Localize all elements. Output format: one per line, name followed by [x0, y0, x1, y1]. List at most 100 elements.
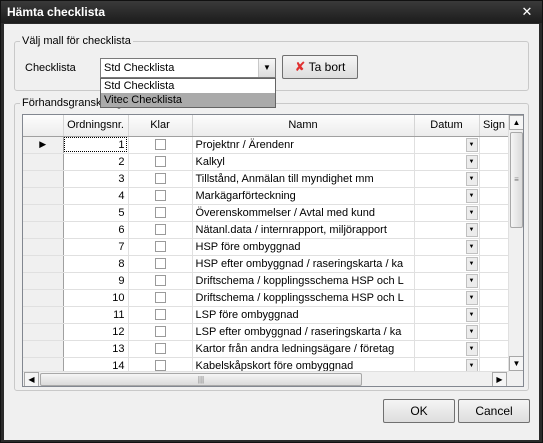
cell-nr[interactable]: 9	[63, 272, 129, 290]
cell-done[interactable]	[128, 340, 193, 358]
cell-name[interactable]: Projektnr / Ärendenr	[192, 136, 415, 154]
cell-nr[interactable]: 13	[63, 340, 129, 358]
cell-nr[interactable]: 7	[63, 238, 129, 256]
cell-name[interactable]: Markägarförteckning	[192, 187, 415, 205]
done-checkbox[interactable]	[154, 224, 166, 236]
table-row[interactable]: 12 LSP efter ombyggnad / raseringskarta /…	[23, 323, 510, 341]
horizontal-scrollbar[interactable]: ◀ ||| ▶	[23, 371, 509, 386]
date-dropdown-icon[interactable]: ▼	[465, 155, 478, 169]
row-header[interactable]: ▶	[23, 136, 64, 154]
date-dropdown-icon[interactable]: ▼	[465, 206, 478, 220]
done-checkbox[interactable]	[154, 173, 166, 185]
row-header[interactable]	[23, 238, 64, 256]
cell-nr[interactable]: 1	[63, 136, 129, 154]
cell-done[interactable]	[128, 221, 193, 239]
cell-date[interactable]: ▼	[414, 153, 480, 171]
cell-done[interactable]	[128, 306, 193, 324]
done-checkbox[interactable]	[154, 207, 166, 219]
cell-sign[interactable]	[479, 221, 510, 239]
cell-nr[interactable]: 12	[63, 323, 129, 341]
table-row[interactable]: 6 Nätanl.data / internrapport, miljörappo…	[23, 221, 510, 239]
cell-sign[interactable]	[479, 289, 510, 307]
cell-sign[interactable]	[479, 204, 510, 222]
cell-done[interactable]	[128, 153, 193, 171]
close-icon[interactable]: ✕	[518, 3, 536, 21]
cell-name[interactable]: LSP före ombyggnad	[192, 306, 415, 324]
cell-done[interactable]	[128, 170, 193, 188]
checklist-grid[interactable]: Ordningsnr. Klar Namn Datum Sign ▶ 1 Proje…	[22, 114, 524, 387]
cell-name[interactable]: HSP före ombyggnad	[192, 238, 415, 256]
cell-name[interactable]: Överenskommelser / Avtal med kund	[192, 204, 415, 222]
delete-button[interactable]: ✘ Ta bort	[282, 55, 358, 79]
cell-name[interactable]: HSP efter ombyggnad / raseringskarta / k…	[192, 255, 415, 273]
cell-done[interactable]	[128, 289, 193, 307]
done-checkbox[interactable]	[154, 275, 166, 287]
column-header-nr[interactable]: Ordningsnr.	[63, 115, 129, 137]
done-checkbox[interactable]	[154, 190, 166, 202]
row-header[interactable]	[23, 272, 64, 290]
done-checkbox[interactable]	[154, 139, 166, 151]
done-checkbox[interactable]	[154, 309, 166, 321]
chevron-down-icon[interactable]: ▼	[258, 59, 275, 77]
cancel-button[interactable]: Cancel	[458, 399, 530, 423]
date-dropdown-icon[interactable]: ▼	[465, 240, 478, 254]
cell-sign[interactable]	[479, 153, 510, 171]
cell-nr[interactable]: 6	[63, 221, 129, 239]
cell-name[interactable]: Driftschema / kopplingsschema HSP och L	[192, 289, 415, 307]
date-dropdown-icon[interactable]: ▼	[465, 342, 478, 356]
cell-date[interactable]: ▼	[414, 289, 480, 307]
checklist-combobox[interactable]: Std Checklista ▼	[100, 58, 276, 78]
cell-date[interactable]: ▼	[414, 323, 480, 341]
horizontal-scroll-thumb[interactable]: |||	[40, 373, 362, 386]
date-dropdown-icon[interactable]: ▼	[465, 172, 478, 186]
ok-button[interactable]: OK	[383, 399, 455, 423]
cell-sign[interactable]	[479, 187, 510, 205]
cell-nr[interactable]: 8	[63, 255, 129, 273]
dropdown-option[interactable]: Std Checklista	[101, 79, 275, 93]
column-header-date[interactable]: Datum	[414, 115, 480, 137]
table-row[interactable]: 10 Driftschema / kopplingsschema HSP och …	[23, 289, 510, 307]
date-dropdown-icon[interactable]: ▼	[465, 291, 478, 305]
table-row[interactable]: 5 Överenskommelser / Avtal med kund ▼	[23, 204, 510, 222]
scroll-right-icon[interactable]: ▶	[492, 372, 507, 386]
table-row[interactable]: 4 Markägarförteckning ▼	[23, 187, 510, 205]
date-dropdown-icon[interactable]: ▼	[465, 189, 478, 203]
dropdown-option-selected[interactable]: Vitec Checklista	[101, 93, 275, 107]
cell-date[interactable]: ▼	[414, 340, 480, 358]
row-header[interactable]	[23, 289, 64, 307]
table-row[interactable]: 3 Tillstånd, Anmälan till myndighet mm ▼	[23, 170, 510, 188]
date-dropdown-icon[interactable]: ▼	[465, 274, 478, 288]
cell-name[interactable]: LSP efter ombyggnad / raseringskarta / k…	[192, 323, 415, 341]
row-header[interactable]	[23, 323, 64, 341]
cell-date[interactable]: ▼	[414, 272, 480, 290]
done-checkbox[interactable]	[154, 326, 166, 338]
cell-nr[interactable]: 10	[63, 289, 129, 307]
cell-date[interactable]: ▼	[414, 306, 480, 324]
cell-date[interactable]: ▼	[414, 136, 480, 154]
table-row[interactable]: 8 HSP efter ombyggnad / raseringskarta / …	[23, 255, 510, 273]
cell-done[interactable]	[128, 255, 193, 273]
row-header[interactable]	[23, 153, 64, 171]
column-header-sign[interactable]: Sign	[479, 115, 510, 137]
row-header[interactable]	[23, 221, 64, 239]
column-header-name[interactable]: Namn	[192, 115, 415, 137]
cell-name[interactable]: Driftschema / kopplingsschema HSP och L	[192, 272, 415, 290]
cell-sign[interactable]	[479, 136, 510, 154]
cell-sign[interactable]	[479, 238, 510, 256]
row-header[interactable]	[23, 340, 64, 358]
column-header-done[interactable]: Klar	[128, 115, 193, 137]
vertical-scroll-thumb[interactable]: ≡	[510, 132, 523, 228]
done-checkbox[interactable]	[154, 292, 166, 304]
row-header[interactable]	[23, 255, 64, 273]
cell-done[interactable]	[128, 238, 193, 256]
cell-sign[interactable]	[479, 170, 510, 188]
table-row[interactable]: ▶ 1 Projektnr / Ärendenr ▼	[23, 136, 510, 154]
cell-date[interactable]: ▼	[414, 187, 480, 205]
cell-done[interactable]	[128, 204, 193, 222]
row-header[interactable]	[23, 187, 64, 205]
cell-date[interactable]: ▼	[414, 255, 480, 273]
cell-sign[interactable]	[479, 272, 510, 290]
vertical-scrollbar[interactable]: ▲ ≡ ▼	[508, 115, 523, 372]
cell-name[interactable]: Kalkyl	[192, 153, 415, 171]
done-checkbox[interactable]	[154, 343, 166, 355]
